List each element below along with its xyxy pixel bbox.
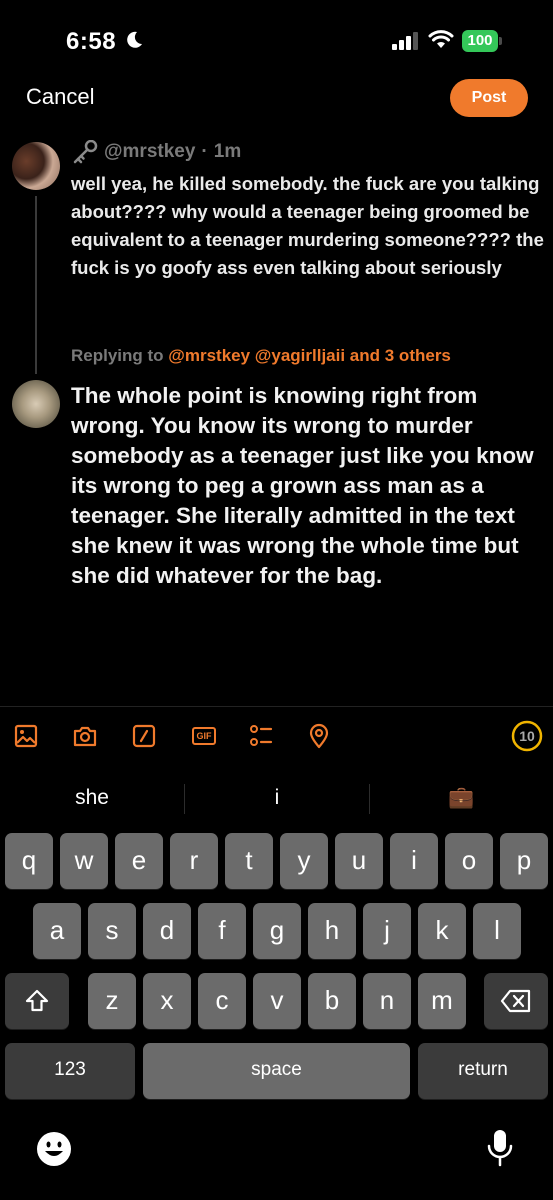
- status-time: 6:58: [66, 28, 117, 55]
- key-i[interactable]: i: [390, 833, 438, 889]
- key-z[interactable]: z: [88, 973, 136, 1029]
- meta-separator: ·: [201, 141, 208, 162]
- replying-prefix: Replying to: [71, 346, 164, 365]
- cellular-signal-icon: [392, 32, 418, 50]
- key-y[interactable]: y: [280, 833, 328, 889]
- wifi-icon: [428, 30, 454, 48]
- counter-value: 10: [519, 728, 535, 744]
- space-key[interactable]: space: [143, 1043, 410, 1099]
- key-n[interactable]: n: [363, 973, 411, 1029]
- tweet-text: well yea, he killed somebody. the fuck a…: [71, 173, 544, 278]
- key-icon: [73, 140, 98, 164]
- compose-toolbar: GIF: [0, 718, 553, 754]
- moon-icon: [127, 31, 142, 48]
- key-g[interactable]: g: [253, 903, 301, 959]
- reply-text-input[interactable]: The whole point is knowing right from wr…: [71, 381, 546, 591]
- shift-icon: [25, 989, 49, 1012]
- key-s[interactable]: s: [88, 903, 136, 959]
- cancel-button[interactable]: Cancel: [26, 84, 94, 110]
- key-w[interactable]: w: [60, 833, 108, 889]
- character-counter: 10: [511, 720, 543, 752]
- key-x[interactable]: x: [143, 973, 191, 1029]
- gif-label: GIF: [196, 731, 212, 741]
- replying-to: Replying to @mrstkey @yagirlljaii and 3 …: [71, 346, 451, 366]
- key-v[interactable]: v: [253, 973, 301, 1029]
- key-u[interactable]: u: [335, 833, 383, 889]
- emoji-icon[interactable]: [36, 1131, 72, 1167]
- avatar[interactable]: [12, 142, 60, 190]
- suggestion-3[interactable]: 💼: [370, 770, 553, 826]
- suggestion-1[interactable]: she: [0, 770, 184, 826]
- key-q[interactable]: q: [5, 833, 53, 889]
- status-bar: 6:58 100: [0, 0, 553, 80]
- thread-line: [35, 196, 37, 374]
- camera-icon[interactable]: [71, 722, 99, 750]
- key-c[interactable]: c: [198, 973, 246, 1029]
- list-icon[interactable]: [247, 722, 275, 750]
- key-m[interactable]: m: [418, 973, 466, 1029]
- tweet-time: 1m: [213, 141, 242, 162]
- microphone-icon[interactable]: [486, 1128, 514, 1168]
- avatar[interactable]: [12, 380, 60, 428]
- image-icon[interactable]: [12, 722, 40, 750]
- key-t[interactable]: t: [225, 833, 273, 889]
- location-icon[interactable]: [305, 722, 333, 750]
- key-o[interactable]: o: [445, 833, 493, 889]
- key-p[interactable]: p: [500, 833, 548, 889]
- key-b[interactable]: b: [308, 973, 356, 1029]
- backspace-icon: [500, 989, 531, 1013]
- key-h[interactable]: h: [308, 903, 356, 959]
- post-button[interactable]: Post: [450, 79, 528, 117]
- battery-tip: [499, 37, 502, 45]
- key-a[interactable]: a: [33, 903, 81, 959]
- slash-icon[interactable]: [130, 722, 158, 750]
- key-r[interactable]: r: [170, 833, 218, 889]
- return-key[interactable]: return: [418, 1043, 548, 1099]
- replying-mentions[interactable]: @mrstkey @yagirlljaii and 3 others: [168, 346, 451, 365]
- key-d[interactable]: d: [143, 903, 191, 959]
- key-e[interactable]: e: [115, 833, 163, 889]
- suggestion-2[interactable]: i: [185, 770, 369, 826]
- battery-level: 100: [467, 32, 493, 49]
- tweet-meta: @mrstkey · 1m: [72, 140, 241, 164]
- key-l[interactable]: l: [473, 903, 521, 959]
- tweet-handle[interactable]: @mrstkey: [104, 141, 195, 163]
- predictive-bar: she i 💼: [0, 770, 553, 826]
- delete-key[interactable]: [484, 973, 548, 1029]
- shift-key[interactable]: [5, 973, 69, 1029]
- key-k[interactable]: k: [418, 903, 466, 959]
- toolbar-divider: [0, 706, 553, 707]
- numbers-key[interactable]: 123: [5, 1043, 135, 1099]
- key-j[interactable]: j: [363, 903, 411, 959]
- gif-icon[interactable]: GIF: [190, 722, 218, 750]
- battery-indicator: 100: [462, 30, 502, 52]
- key-f[interactable]: f: [198, 903, 246, 959]
